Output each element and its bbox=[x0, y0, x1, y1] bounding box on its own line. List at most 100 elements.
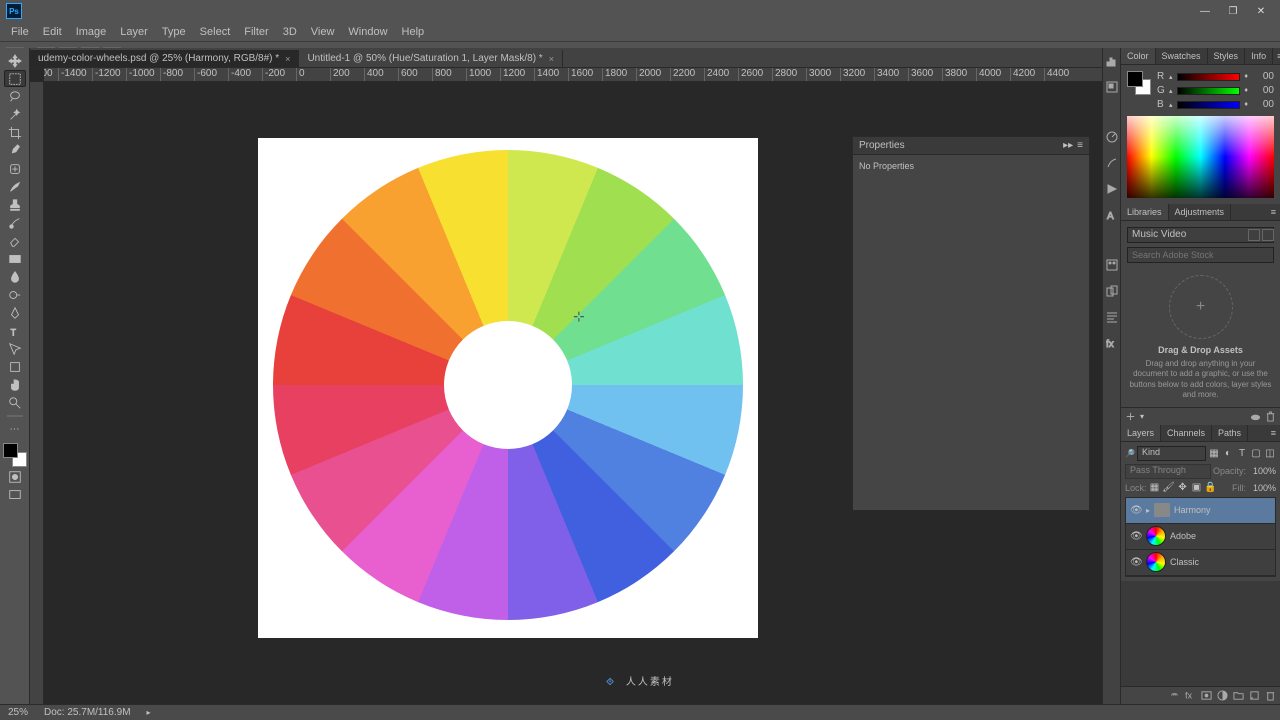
maximize-button[interactable]: ❐ bbox=[1220, 2, 1246, 20]
tab-styles[interactable]: Styles bbox=[1208, 48, 1246, 64]
glyphs-icon[interactable]: fx bbox=[1105, 336, 1119, 350]
tab-info[interactable]: Info bbox=[1245, 48, 1273, 64]
move-tool[interactable] bbox=[4, 52, 26, 69]
actions-icon[interactable] bbox=[1105, 182, 1119, 196]
quickmask-tool[interactable] bbox=[4, 468, 26, 485]
styles-icon[interactable] bbox=[1105, 156, 1119, 170]
view-grid-icon[interactable] bbox=[1248, 229, 1260, 241]
close-icon[interactable]: × bbox=[285, 54, 290, 64]
close-button[interactable]: ✕ bbox=[1248, 2, 1274, 20]
stamp-tool[interactable] bbox=[4, 196, 26, 213]
filter-pixel-icon[interactable]: ▦ bbox=[1208, 447, 1220, 459]
tab-swatches[interactable]: Swatches bbox=[1156, 48, 1208, 64]
layer-mask-icon[interactable] bbox=[1201, 690, 1212, 701]
group-icon[interactable] bbox=[1233, 690, 1244, 701]
menu-file[interactable]: File bbox=[4, 26, 36, 38]
tab-adjustments[interactable]: Adjustments bbox=[1169, 204, 1232, 220]
histogram-icon[interactable] bbox=[1105, 54, 1119, 68]
ruler-vertical[interactable] bbox=[30, 82, 44, 704]
lock-all-icon[interactable]: 🔒 bbox=[1205, 482, 1217, 494]
menu-edit[interactable]: Edit bbox=[36, 26, 69, 38]
hand-tool[interactable] bbox=[4, 376, 26, 393]
ruler-horizontal[interactable]: -1600-1400-1200-1000-800-600-400-2000200… bbox=[44, 68, 1102, 82]
menu-window[interactable]: Window bbox=[341, 26, 394, 38]
menu-help[interactable]: Help bbox=[395, 26, 432, 38]
menu-layer[interactable]: Layer bbox=[113, 26, 155, 38]
blur-tool[interactable] bbox=[4, 268, 26, 285]
brush-tool[interactable] bbox=[4, 178, 26, 195]
layer-row[interactable]: 👁▸Harmony bbox=[1126, 498, 1275, 524]
fill-value[interactable]: 100% bbox=[1248, 483, 1276, 493]
gradient-tool[interactable] bbox=[4, 250, 26, 267]
history-brush-tool[interactable] bbox=[4, 214, 26, 231]
cloud-icon[interactable] bbox=[1250, 411, 1261, 422]
shape-tool[interactable] bbox=[4, 358, 26, 375]
properties-panel[interactable]: Properties ▸▸≡ No Properties bbox=[852, 136, 1090, 511]
menu-image[interactable]: Image bbox=[69, 26, 114, 38]
search-stock-input[interactable] bbox=[1127, 247, 1274, 263]
heal-tool[interactable] bbox=[4, 160, 26, 177]
zoom-level[interactable]: 25% bbox=[8, 707, 28, 718]
filter-shape-icon[interactable]: ▢ bbox=[1250, 447, 1262, 459]
pen-tool[interactable] bbox=[4, 304, 26, 321]
panel-menu-icon[interactable]: ≡ bbox=[1267, 425, 1280, 441]
tab-layers[interactable]: Layers bbox=[1121, 425, 1161, 441]
panel-menu-icon[interactable]: ≡ bbox=[1267, 204, 1280, 220]
menu-type[interactable]: Type bbox=[155, 26, 193, 38]
library-dropzone[interactable]: + bbox=[1169, 275, 1233, 339]
link-layers-icon[interactable] bbox=[1169, 690, 1180, 701]
color-swatches[interactable] bbox=[3, 443, 27, 467]
dodge-tool[interactable] bbox=[4, 286, 26, 303]
layer-row[interactable]: 👁Classic bbox=[1126, 550, 1275, 576]
canvas[interactable]: ⊹ bbox=[258, 138, 758, 638]
layer-filter-select[interactable]: Kind bbox=[1137, 446, 1206, 461]
eyedropper-tool[interactable] bbox=[4, 142, 26, 159]
tab-document-2[interactable]: Untitled-1 @ 50% (Hue/Saturation 1, Laye… bbox=[299, 50, 563, 67]
close-icon[interactable]: × bbox=[549, 54, 554, 64]
layer-row[interactable]: 👁Adobe bbox=[1126, 524, 1275, 550]
tab-paths[interactable]: Paths bbox=[1212, 425, 1248, 441]
blend-mode-select[interactable]: Pass Through bbox=[1125, 464, 1211, 479]
adjustments-icon[interactable] bbox=[1105, 130, 1119, 144]
marquee-tool[interactable] bbox=[4, 70, 26, 87]
adjustment-layer-icon[interactable] bbox=[1217, 690, 1228, 701]
crop-tool[interactable] bbox=[4, 124, 26, 141]
wand-tool[interactable] bbox=[4, 106, 26, 123]
view-list-icon[interactable] bbox=[1262, 229, 1274, 241]
tab-color[interactable]: Color bbox=[1121, 48, 1156, 64]
doc-size[interactable]: Doc: 25.7M/116.9M bbox=[44, 707, 131, 718]
opacity-value[interactable]: 100% bbox=[1248, 466, 1276, 476]
tab-libraries[interactable]: Libraries bbox=[1121, 204, 1169, 220]
tab-channels[interactable]: Channels bbox=[1161, 425, 1212, 441]
panel-menu-icon[interactable]: ≡ bbox=[1273, 48, 1280, 64]
filter-adjust-icon[interactable]: ◐ bbox=[1222, 447, 1234, 459]
brushes-icon[interactable] bbox=[1105, 258, 1119, 272]
lock-position-icon[interactable]: ✥ bbox=[1177, 482, 1189, 494]
add-content-icon[interactable] bbox=[1125, 411, 1136, 422]
zoom-tool[interactable] bbox=[4, 394, 26, 411]
navigator-icon[interactable] bbox=[1105, 80, 1119, 94]
paragraph-icon[interactable] bbox=[1105, 310, 1119, 324]
screenmode-tool[interactable] bbox=[4, 486, 26, 503]
new-layer-icon[interactable] bbox=[1249, 690, 1260, 701]
filter-type-icon[interactable]: T bbox=[1236, 447, 1248, 459]
lasso-tool[interactable] bbox=[4, 88, 26, 105]
color-spectrum[interactable] bbox=[1127, 116, 1274, 198]
type-tool[interactable]: T bbox=[4, 322, 26, 339]
lock-transparent-icon[interactable]: ▦ bbox=[1149, 482, 1161, 494]
color-swatch[interactable] bbox=[1127, 71, 1151, 95]
menu-filter[interactable]: Filter bbox=[237, 26, 275, 38]
minimize-button[interactable]: — bbox=[1192, 2, 1218, 20]
lock-image-icon[interactable]: 🖌 bbox=[1163, 482, 1175, 494]
foreground-color[interactable] bbox=[3, 443, 18, 458]
edit-toolbar[interactable]: ⋯ bbox=[4, 421, 26, 438]
trash-icon[interactable] bbox=[1265, 411, 1276, 422]
filter-smart-icon[interactable]: ◫ bbox=[1264, 447, 1276, 459]
menu-3d[interactable]: 3D bbox=[276, 26, 304, 38]
collapse-icon[interactable]: ▸▸ bbox=[1063, 140, 1073, 151]
layer-fx-icon[interactable]: fx bbox=[1185, 690, 1196, 701]
character-icon[interactable]: A bbox=[1105, 208, 1119, 222]
menu-view[interactable]: View bbox=[304, 26, 342, 38]
menu-select[interactable]: Select bbox=[193, 26, 238, 38]
delete-layer-icon[interactable] bbox=[1265, 690, 1276, 701]
